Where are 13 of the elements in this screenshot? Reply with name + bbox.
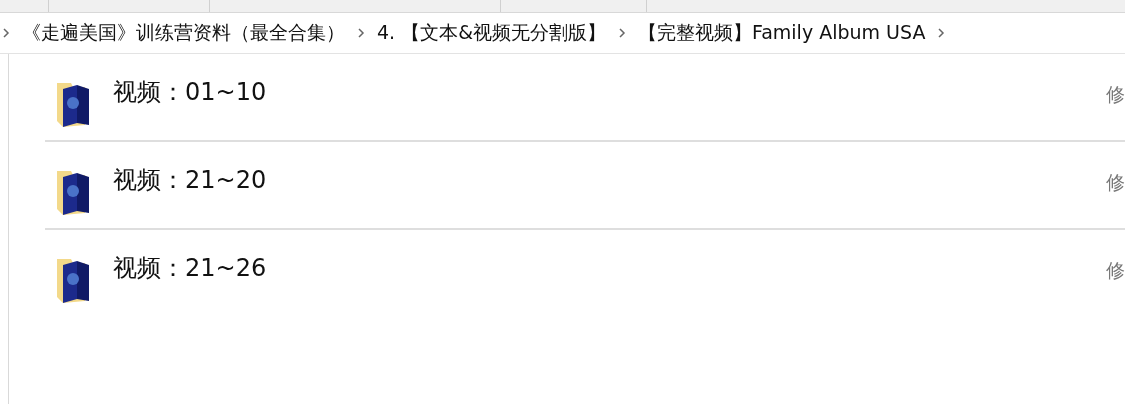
chevron-icon[interactable]	[357, 27, 365, 39]
column-text: 修	[1106, 170, 1125, 195]
breadcrumb-item[interactable]: 4. 【文本&视频无分割版】	[377, 20, 606, 46]
folder-name[interactable]: 视频：21~20	[113, 164, 267, 196]
column-text: 修	[1106, 258, 1125, 283]
breadcrumb-item[interactable]: 《走遍美国》训练营资料（最全合集）	[22, 20, 345, 46]
chevron-icon[interactable]	[618, 27, 626, 39]
chevron-icon[interactable]	[937, 27, 946, 39]
folder-name[interactable]: 视频：21~26	[113, 252, 267, 284]
breadcrumb-item[interactable]: 【完整视频】Family Album USA	[638, 20, 926, 46]
folder-name[interactable]: 视频：01~10	[113, 76, 267, 108]
chevron-icon[interactable]	[2, 27, 10, 39]
column-text: 修	[1106, 82, 1125, 107]
